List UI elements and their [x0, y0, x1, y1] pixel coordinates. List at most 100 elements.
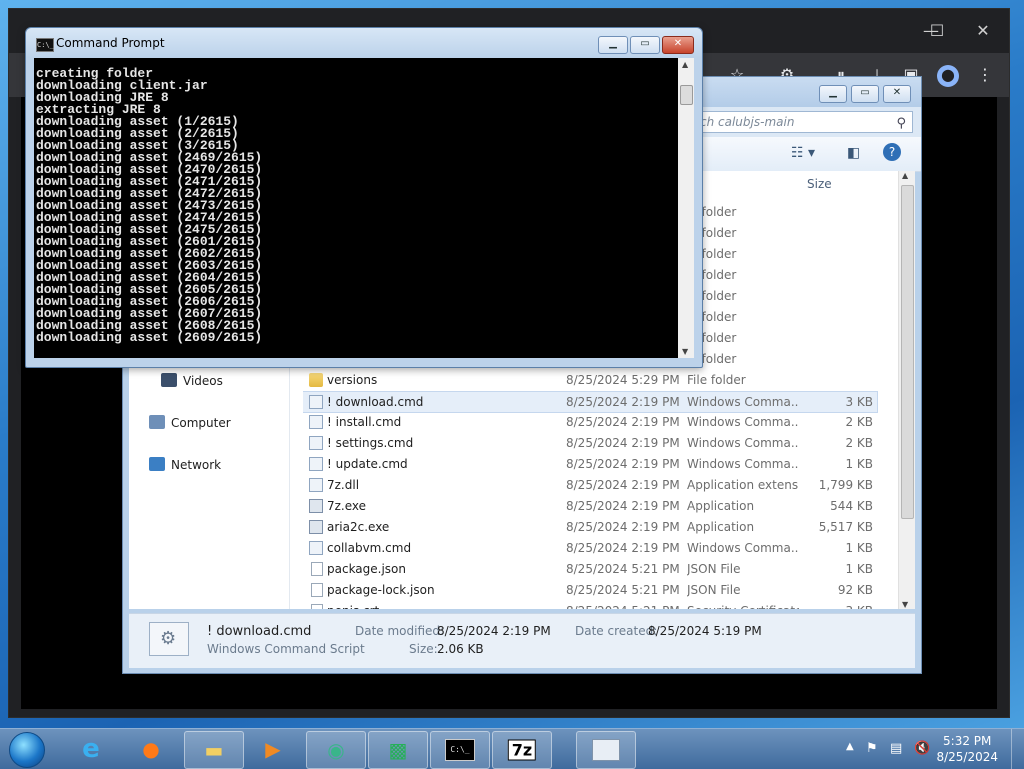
file-type: JSON File: [687, 583, 741, 597]
volume-muted-icon[interactable]: 🔇: [914, 741, 930, 756]
file-name: ! install.cmd: [327, 415, 402, 429]
file-type: Security Certificate: [687, 601, 799, 609]
profile-avatar-icon[interactable]: ●: [937, 65, 959, 87]
cmd-minimize-button[interactable]: ▁: [598, 36, 628, 54]
taskbar: e ● ▬ ▶ ◉ ▩ C:\_ 7z ▲ ⚑ ▤ 🔇 5:32 PM 8/25…: [0, 728, 1024, 769]
file-list-scrollbar[interactable]: ▲ ▼: [898, 171, 915, 609]
file-type: Application: [687, 520, 755, 534]
flag-icon[interactable]: ⚑: [866, 741, 878, 756]
table-row[interactable]: package-lock.json 8/25/2024 5:21 PM JSON F…: [303, 580, 877, 600]
taskbar-file-explorer[interactable]: ▬: [184, 731, 244, 769]
table-row[interactable]: ! update.cmd 8/25/2024 2:19 PM Windows Com…: [303, 454, 877, 474]
table-row[interactable]: package.json 8/25/2024 5:21 PM JSON File 1 …: [303, 559, 877, 579]
nav-item-videos[interactable]: Videos: [161, 373, 223, 388]
details-type: Windows Command Script: [207, 642, 365, 656]
taskbar-media-player[interactable]: ▶: [244, 731, 302, 767]
file-name: ! download.cmd: [327, 395, 424, 409]
cmd-icon: [309, 457, 323, 471]
scrollbar-thumb[interactable]: [680, 85, 693, 105]
scroll-down-icon[interactable]: ▼: [682, 347, 688, 356]
table-row[interactable]: penis.crt 8/25/2024 5:21 PM Security Certi…: [303, 601, 877, 609]
start-button[interactable]: [9, 732, 45, 768]
search-placeholder: ch calubjs-main: [700, 115, 795, 129]
table-row[interactable]: aria2c.exe 8/25/2024 2:19 PM Application 5,…: [303, 517, 877, 537]
taskbar-notepad[interactable]: [576, 731, 636, 769]
exe-icon: [309, 499, 323, 513]
file-name: 7z.exe: [327, 499, 367, 513]
file-name: 7z.dll: [327, 478, 360, 492]
file-name: ! settings.cmd: [327, 436, 414, 450]
clock-date: 8/25/2024: [936, 750, 998, 764]
taskbar-collabvm[interactable]: ◉: [306, 731, 366, 769]
notepad-icon: [592, 739, 620, 761]
file-size: 3 KB: [803, 601, 873, 609]
taskbar-command-prompt[interactable]: C:\_: [430, 731, 490, 769]
search-icon[interactable]: ⚲: [896, 114, 906, 134]
column-header-size[interactable]: Size: [807, 177, 832, 191]
computer-icon: [149, 415, 165, 429]
show-hidden-icons-icon[interactable]: ▲: [846, 741, 854, 752]
help-icon[interactable]: ?: [883, 143, 901, 161]
table-row[interactable]: collabvm.cmd 8/25/2024 2:19 PM Windows Com…: [303, 538, 877, 558]
clock-time: 5:32 PM: [943, 734, 992, 748]
file-name: ! update.cmd: [327, 457, 408, 471]
nav-label: Network: [171, 458, 222, 472]
console-output[interactable]: creating folder downloading client.jar dow…: [34, 58, 678, 358]
file-date: 8/25/2024 5:21 PM: [566, 583, 680, 597]
table-row[interactable]: ! download.cmd 8/25/2024 2:19 PM Windows C…: [303, 391, 878, 413]
explorer-close-button[interactable]: ✕: [883, 85, 911, 103]
scroll-up-icon[interactable]: ▲: [902, 171, 908, 180]
network-tray-icon[interactable]: ▤: [890, 741, 902, 756]
close-icon[interactable]: ✕: [975, 23, 991, 39]
file-date: 8/25/2024 2:19 PM: [566, 457, 680, 471]
scrollbar-thumb[interactable]: [901, 185, 914, 519]
file-type: Windows Comma...: [687, 436, 799, 450]
exe-icon: [309, 520, 323, 534]
taskbar-7zip[interactable]: 7z: [492, 731, 552, 769]
file-type: Windows Comma...: [687, 457, 799, 471]
table-row[interactable]: 7z.dll 8/25/2024 2:19 PM Application exten…: [303, 475, 877, 495]
file-type: Windows Comma...: [687, 541, 799, 555]
doc-icon: [311, 583, 323, 597]
file-date: 8/25/2024 2:19 PM: [566, 520, 680, 534]
explorer-minimize-button[interactable]: ▁: [819, 85, 847, 103]
preview-pane-icon[interactable]: ◧: [847, 145, 860, 161]
taskbar-minecraft[interactable]: ▩: [368, 731, 428, 769]
details-modified-value: 8/25/2024 2:19 PM: [437, 624, 551, 638]
scroll-up-icon[interactable]: ▲: [682, 60, 688, 69]
command-prompt-icon: C:\_: [36, 38, 54, 52]
cmd-icon: [309, 415, 323, 429]
7zip-icon: 7z: [507, 739, 537, 761]
scroll-down-icon[interactable]: ▼: [902, 600, 908, 609]
file-name: penis.crt: [327, 601, 379, 609]
table-row[interactable]: 7z.exe 8/25/2024 2:19 PM Application 544 KB: [303, 496, 877, 516]
menu-icon[interactable]: ⋮: [975, 65, 995, 85]
table-row[interactable]: ! install.cmd 8/25/2024 2:19 PM Windows Co…: [303, 412, 877, 432]
command-prompt-titlebar[interactable]: C:\_ Command Prompt ▁ ▭ ✕: [26, 28, 702, 58]
file-type: Windows Comma...: [687, 395, 799, 409]
file-size: 1 KB: [845, 457, 873, 471]
console-scrollbar[interactable]: ▲ ▼: [678, 58, 694, 358]
system-clock[interactable]: 5:32 PM 8/25/2024: [936, 733, 998, 765]
nav-item-computer[interactable]: Computer: [149, 415, 231, 430]
file-date: 8/25/2024 2:19 PM: [566, 541, 680, 555]
explorer-maximize-button[interactable]: ▭: [851, 85, 879, 103]
network-icon: [149, 457, 165, 471]
taskbar-firefox[interactable]: ●: [122, 731, 180, 767]
firefox-icon: ●: [142, 737, 160, 761]
file-type-icon: ⚙: [149, 622, 189, 656]
window-title: Command Prompt: [56, 36, 165, 50]
cmd-close-button[interactable]: ✕: [662, 36, 694, 54]
table-row[interactable]: ! settings.cmd 8/25/2024 2:19 PM Windows C…: [303, 433, 877, 453]
table-row[interactable]: versions 8/25/2024 5:29 PM File folder: [303, 370, 877, 390]
taskbar-internet-explorer[interactable]: e: [62, 731, 120, 767]
search-input[interactable]: ch calubjs-main ⚲: [693, 111, 913, 133]
cmd-maximize-button[interactable]: ▭: [630, 36, 660, 54]
cmd-icon: [309, 541, 323, 555]
show-desktop-button[interactable]: [1011, 729, 1024, 769]
view-options-icon[interactable]: ☷ ▾: [791, 145, 815, 161]
file-date: 8/25/2024 2:19 PM: [566, 499, 680, 513]
maximize-icon[interactable]: ☐: [929, 23, 945, 39]
file-size: 92 KB: [837, 583, 873, 597]
nav-item-network[interactable]: Network: [149, 457, 221, 472]
